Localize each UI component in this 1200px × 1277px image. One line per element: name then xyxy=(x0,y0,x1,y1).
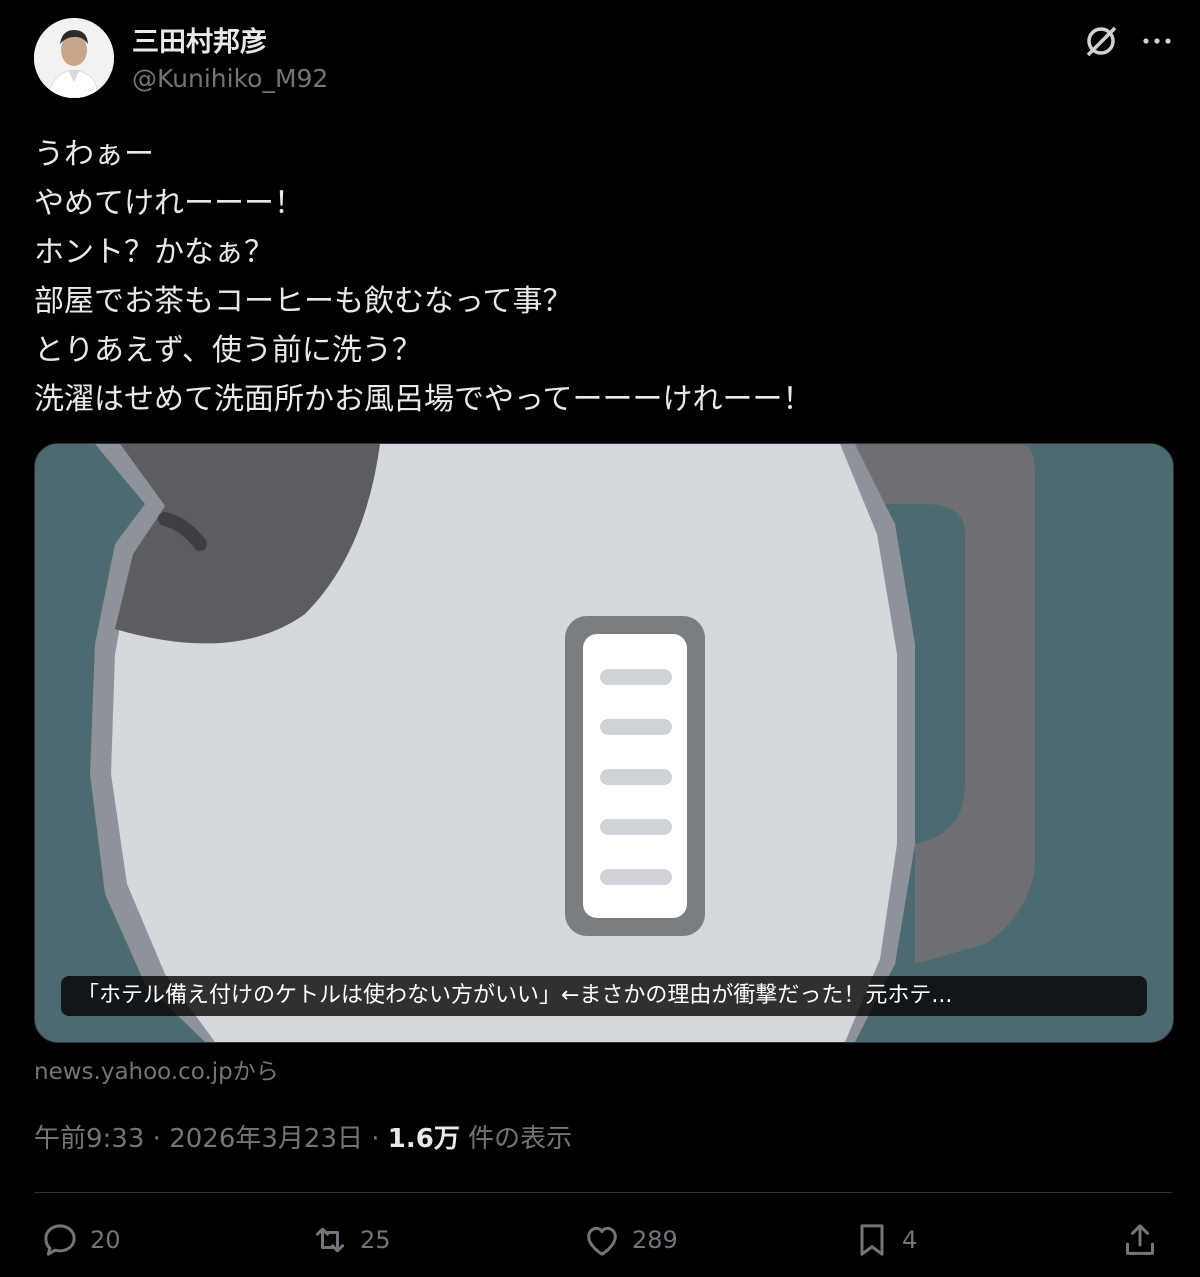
repost-count: 25 xyxy=(360,1226,391,1254)
reply-icon xyxy=(44,1224,76,1256)
bookmark-count: 4 xyxy=(902,1226,918,1254)
card-source[interactable]: news.yahoo.co.jpから xyxy=(34,1052,279,1086)
tweet-meta: 午前9:33 · 2026年3月23日 · 1.6万 件の表示 xyxy=(34,1118,572,1155)
tweet-line: ホント？かなぁ？ xyxy=(34,235,274,270)
like-icon xyxy=(587,1226,617,1256)
kettle-illustration xyxy=(35,444,1173,1042)
more-icon[interactable] xyxy=(1138,22,1176,60)
views-count: 1.6万 xyxy=(387,1124,460,1154)
grok-icon[interactable] xyxy=(1082,22,1120,60)
avatar[interactable] xyxy=(34,18,114,98)
repost-icon xyxy=(316,1227,344,1253)
like-count: 289 xyxy=(632,1226,678,1254)
tweet-line: 洗濯はせめて洗面所かお風呂場でやってーーーけれーー！ xyxy=(34,382,813,417)
share-icon xyxy=(1126,1224,1154,1255)
tweet-time[interactable]: 午前9:33 xyxy=(34,1124,144,1154)
bookmark-icon xyxy=(860,1224,884,1256)
views-label: 件の表示 xyxy=(468,1124,573,1154)
like-button[interactable]: 289 xyxy=(582,1218,678,1262)
tweet-text: うわぁー やめてけれーーー！ ホント？かなぁ？ 部屋でお茶もコーヒーも飲むなって… xyxy=(34,130,1164,424)
divider xyxy=(34,1192,1172,1193)
tweet-line: 部屋でお茶もコーヒーも飲むなって事？ xyxy=(34,284,573,319)
bookmark-button[interactable]: 4 xyxy=(852,1218,917,1262)
link-card[interactable]: 「ホテル備え付けのケトルは使わない方がいい」←まさかの理由が衝撃だった！元ホテ.… xyxy=(34,443,1174,1043)
display-name[interactable]: 三田村邦彦 xyxy=(132,20,267,59)
reply-button[interactable]: 20 xyxy=(40,1218,121,1262)
user-handle[interactable]: @Kunihiko_M92 xyxy=(132,64,328,93)
share-button[interactable] xyxy=(1120,1218,1170,1262)
tweet-line: やめてけれーーー！ xyxy=(34,186,304,221)
repost-button[interactable]: 25 xyxy=(310,1218,391,1262)
card-title[interactable]: 「ホテル備え付けのケトルは使わない方がいい」←まさかの理由が衝撃だった！元ホテ.… xyxy=(61,976,1147,1016)
meta-separator: · xyxy=(152,1124,161,1154)
avatar-image xyxy=(34,18,114,98)
reply-count: 20 xyxy=(90,1226,121,1254)
tweet-date[interactable]: 2026年3月23日 xyxy=(169,1124,363,1154)
meta-separator: · xyxy=(371,1124,380,1154)
tweet-line: うわぁー xyxy=(34,137,154,172)
tweet-line: とりあえず、使う前に洗う？ xyxy=(34,333,422,368)
